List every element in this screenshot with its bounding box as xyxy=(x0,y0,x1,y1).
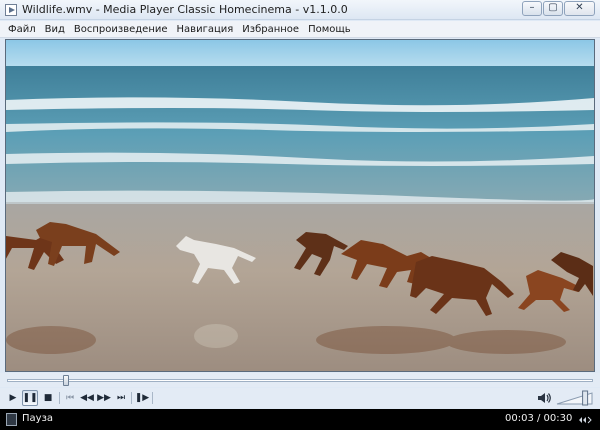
file-icon xyxy=(6,413,17,426)
pause-button[interactable]: ❚❚ xyxy=(22,390,38,406)
playback-status: Пауза xyxy=(22,413,54,424)
controls-separator xyxy=(59,392,60,404)
controls-separator xyxy=(131,392,132,404)
video-frame-image xyxy=(6,40,594,371)
menu-playback[interactable]: Воспроизведение xyxy=(74,24,168,35)
frame-step-button[interactable]: ❚▶ xyxy=(134,390,150,406)
play-button[interactable]: ▶ xyxy=(5,390,21,406)
status-bar: Пауза 00:03 / 00:30 xyxy=(0,409,600,430)
minimize-button[interactable]: – xyxy=(522,1,542,16)
window-title: Wildlife.wmv - Media Player Classic Home… xyxy=(22,3,348,16)
volume-thumb[interactable] xyxy=(582,390,589,406)
seek-bar[interactable] xyxy=(0,373,600,387)
menu-bar: Файл Вид Воспроизведение Навигация Избра… xyxy=(0,21,600,38)
title-bar: Wildlife.wmv - Media Player Classic Home… xyxy=(0,0,600,20)
maximize-button[interactable]: ▢ xyxy=(543,1,563,16)
close-button[interactable]: ✕ xyxy=(564,1,595,16)
next-button[interactable]: ⏭ xyxy=(113,390,129,406)
controls-separator xyxy=(152,392,153,404)
menu-navigate[interactable]: Навигация xyxy=(177,24,234,35)
seek-thumb[interactable] xyxy=(62,375,69,386)
seek-track[interactable] xyxy=(7,379,593,382)
previous-button[interactable]: ⏮ xyxy=(62,390,78,406)
menu-file[interactable]: Файл xyxy=(8,24,36,35)
fast-forward-button[interactable]: ▶▶ xyxy=(96,390,112,406)
video-display[interactable] xyxy=(5,39,595,372)
volume-icon[interactable] xyxy=(537,391,551,405)
menu-favorites[interactable]: Избранное xyxy=(242,24,299,35)
rewind-button[interactable]: ◀◀ xyxy=(79,390,95,406)
app-icon xyxy=(5,4,17,16)
stop-button[interactable]: ■ xyxy=(40,390,56,406)
menu-view[interactable]: Вид xyxy=(45,24,65,35)
time-display[interactable]: 00:03 / 00:30 xyxy=(505,413,572,424)
audio-stream-icon xyxy=(579,416,592,424)
menu-help[interactable]: Помощь xyxy=(308,24,351,35)
playback-controls: ▶ ❚❚ ■ ⏮ ◀◀ ▶▶ ⏭ ❚▶ xyxy=(0,388,600,408)
volume-slider[interactable] xyxy=(556,390,594,406)
